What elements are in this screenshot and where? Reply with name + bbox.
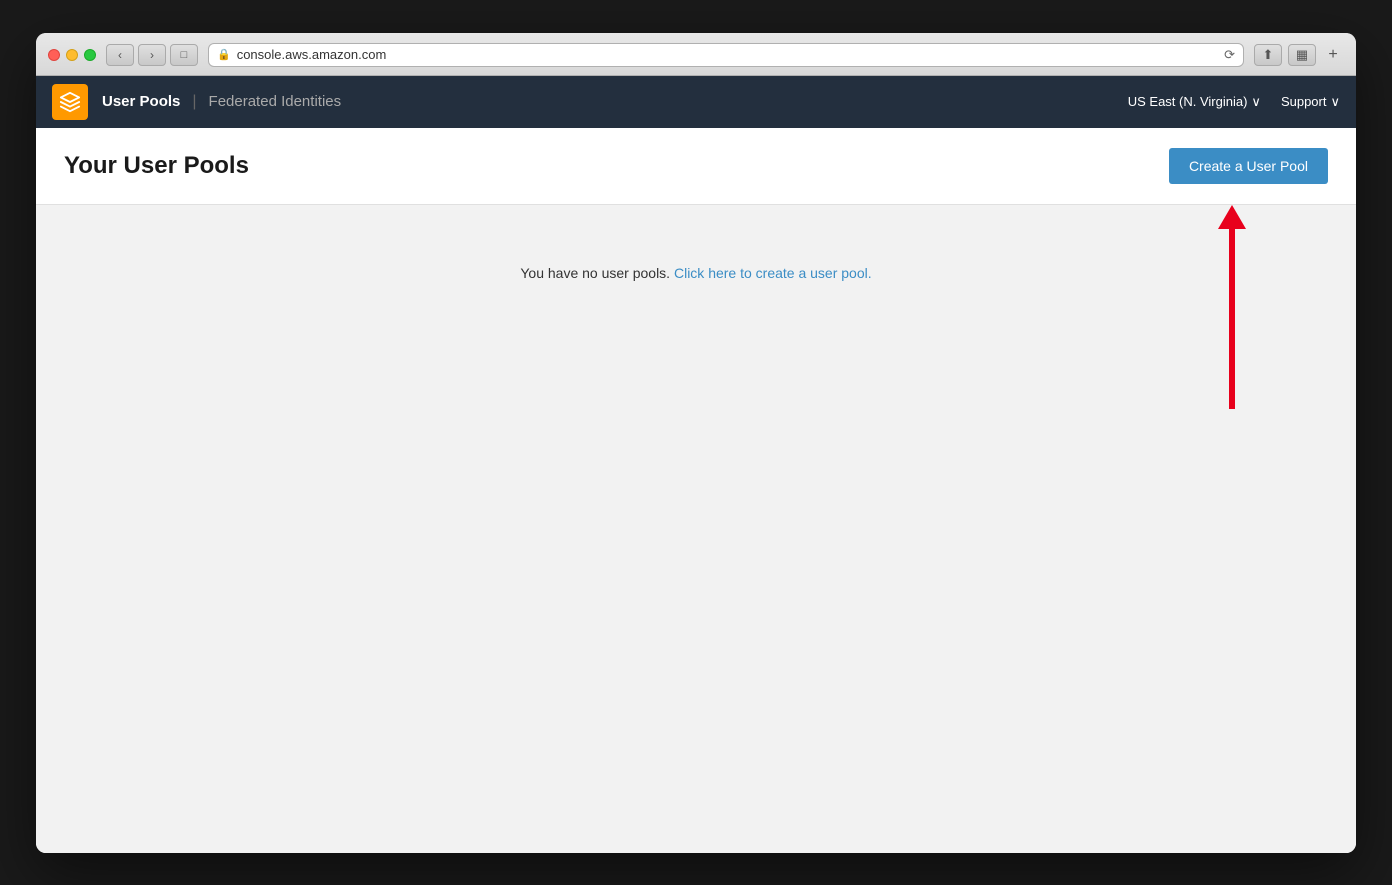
aws-logo-icon (59, 91, 81, 113)
create-user-pool-button[interactable]: Create a User Pool (1169, 148, 1328, 184)
main-page: Your User Pools Create a User Pool You h… (36, 128, 1356, 853)
nav-links: User Pools | Federated Identities (102, 93, 1128, 111)
annotation-arrow (1218, 205, 1246, 409)
empty-text: You have no user pools. (520, 265, 670, 281)
maximize-button[interactable] (84, 49, 96, 61)
nav-right: US East (N. Virginia) ∨ Support ∨ (1128, 94, 1340, 110)
arrow-shaft (1229, 229, 1235, 409)
new-tab-tile-button[interactable]: ▦ (1288, 44, 1316, 66)
browser-actions: ⬆ ▦ + (1254, 44, 1344, 66)
support-chevron-icon: ∨ (1330, 94, 1340, 110)
forward-button[interactable]: › (138, 44, 166, 66)
browser-window: ‹ › □ 🔒 ⟳ ⬆ ▦ + User Pools (36, 33, 1356, 853)
region-chevron-icon: ∨ (1251, 94, 1261, 110)
federated-identities-nav-link[interactable]: Federated Identities (209, 93, 342, 110)
aws-logo (52, 84, 88, 120)
page-title: Your User Pools (64, 152, 249, 180)
region-label: US East (N. Virginia) (1128, 94, 1248, 109)
arrow-head (1218, 205, 1246, 229)
back-button[interactable]: ‹ (106, 44, 134, 66)
traffic-lights (48, 49, 96, 61)
reload-button[interactable]: ⟳ (1224, 47, 1235, 63)
support-label: Support (1281, 94, 1327, 109)
create-user-pool-link[interactable]: Click here to create a user pool. (674, 265, 872, 281)
address-bar[interactable] (237, 47, 1218, 62)
close-button[interactable] (48, 49, 60, 61)
aws-navbar: User Pools | Federated Identities US Eas… (36, 76, 1356, 128)
empty-message: You have no user pools. Click here to cr… (520, 265, 871, 281)
minimize-button[interactable] (66, 49, 78, 61)
tab-view-button[interactable]: □ (170, 44, 198, 66)
app-content: User Pools | Federated Identities US Eas… (36, 76, 1356, 853)
user-pools-nav-link[interactable]: User Pools (102, 93, 180, 110)
support-button[interactable]: Support ∨ (1281, 94, 1340, 110)
browser-chrome: ‹ › □ 🔒 ⟳ ⬆ ▦ + (36, 33, 1356, 76)
page-header: Your User Pools Create a User Pool (36, 128, 1356, 205)
content-area: You have no user pools. Click here to cr… (36, 205, 1356, 853)
nav-buttons: ‹ › □ (106, 44, 198, 66)
address-bar-container[interactable]: 🔒 ⟳ (208, 43, 1244, 67)
region-selector[interactable]: US East (N. Virginia) ∨ (1128, 94, 1261, 110)
nav-divider: | (192, 93, 196, 111)
add-tab-button[interactable]: + (1322, 44, 1344, 66)
lock-icon: 🔒 (217, 48, 231, 61)
share-button[interactable]: ⬆ (1254, 44, 1282, 66)
